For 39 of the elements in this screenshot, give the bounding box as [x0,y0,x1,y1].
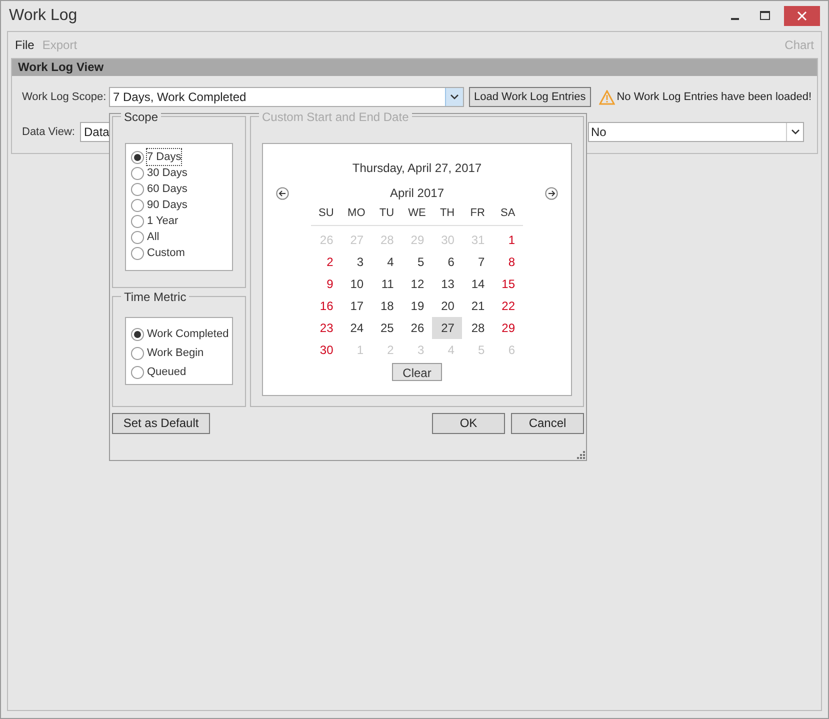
set-default-button[interactable]: Set as Default [112,412,210,434]
window-title: Work Log [9,6,78,26]
close-icon [797,11,807,21]
radio-option[interactable]: Queued [131,363,232,382]
radio-option[interactable]: All [131,229,232,245]
field-label: Data View: [22,124,76,140]
warning-icon [598,90,615,104]
scope-dropdown[interactable]: 7 Days, Work Completed [109,87,464,107]
warning-message: No Work Log Entries have been loaded! [616,90,812,105]
load-entries-button[interactable]: Load Work Log Entries [469,87,591,107]
next-month-icon[interactable] [544,186,558,200]
cancel-button[interactable]: Cancel [511,412,584,434]
radio-option[interactable]: 7 Days [131,149,232,165]
weekday-label: FR [469,206,486,221]
menu-item[interactable]: File [15,36,34,54]
weekday-label: TH [438,206,456,221]
minimize-icon [731,18,739,20]
maximize-icon [760,11,770,21]
previous-month-icon[interactable] [276,186,289,200]
radio-option[interactable]: 60 Days [131,181,232,197]
field-label: Work Log Scope: [22,90,108,105]
radio-option[interactable]: Work Completed [131,325,232,344]
date-heading: Thursday, April 27, 2017 [352,160,482,177]
dropdown-field[interactable]: No [588,122,804,142]
panel-header: Work Log View [12,59,817,76]
radio-option[interactable]: 90 Days [131,197,232,213]
weekday-label: MO [346,206,366,221]
radio-option[interactable]: 1 Year [131,213,232,229]
month-label: April 2017 [390,185,444,202]
radio-option[interactable]: 30 Days [131,165,232,181]
close-button[interactable] [784,6,820,26]
radio-option[interactable]: Work Begin [131,344,232,363]
weekday-label: SA [500,206,516,221]
weekday-label: WE [407,206,427,221]
resize-grip-icon[interactable] [577,451,585,459]
radio-option[interactable]: Custom [131,245,232,261]
ok-button[interactable]: OK [432,412,505,434]
weekday-label: SU [318,206,335,221]
weekday-label: TU [378,206,396,221]
